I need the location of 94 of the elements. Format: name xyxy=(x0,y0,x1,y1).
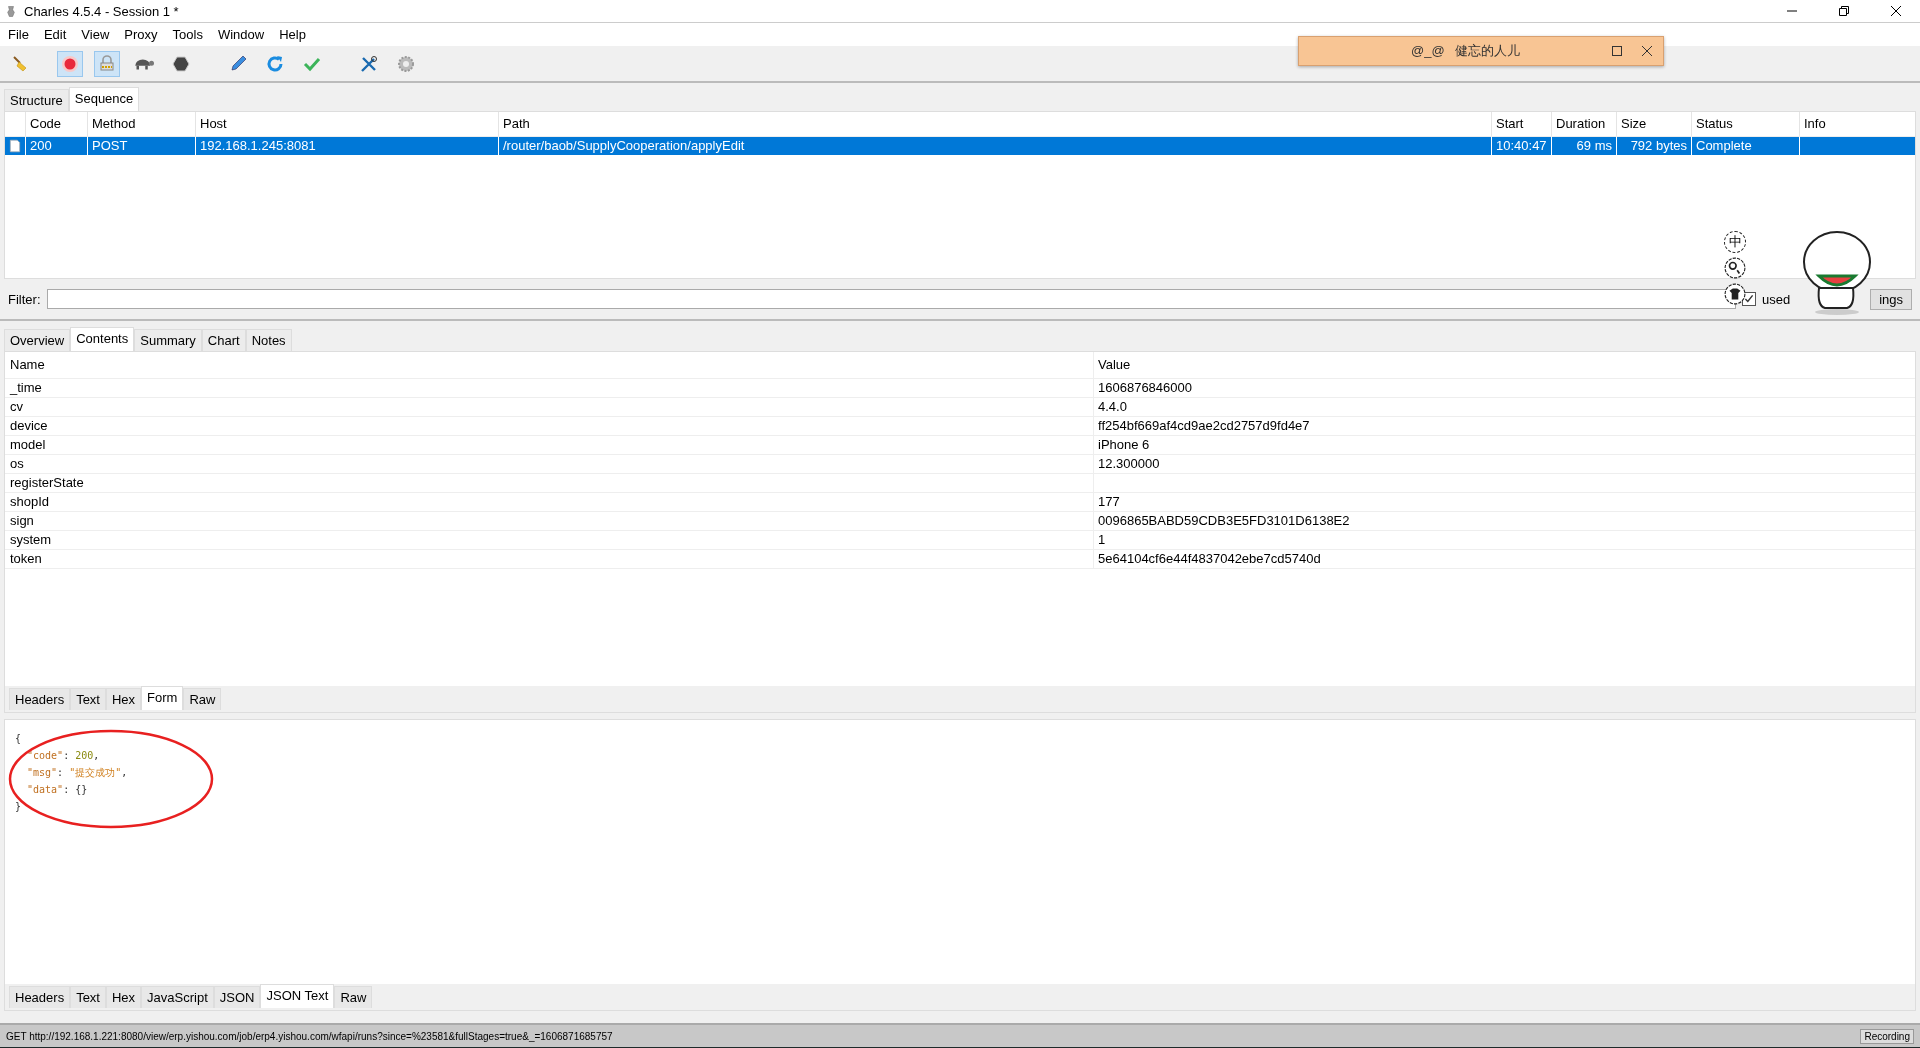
table-cell: 192.168.1.245:8081 xyxy=(195,137,498,155)
turtle-icon xyxy=(134,57,154,70)
table-cell: 10:40:47 xyxy=(1491,137,1551,155)
column-header[interactable]: Value xyxy=(1094,352,1131,378)
table-cell: 792 bytes xyxy=(1616,137,1691,155)
column-header[interactable]: Name xyxy=(5,352,1094,378)
code-line: } xyxy=(15,800,23,814)
checkbox-label: used xyxy=(1761,291,1791,307)
table-cell: 200 xyxy=(25,137,87,155)
code-line: "msg": "提交成功", xyxy=(26,766,129,780)
column-header[interactable]: Size xyxy=(1616,112,1691,136)
tools-icon xyxy=(359,53,379,74)
table-cell-text: 5e64104cf6e44f4837042ebe7cd5740d xyxy=(1097,550,1321,568)
code-line: "data": {} xyxy=(26,783,89,797)
pen-icon xyxy=(228,53,248,74)
column-header[interactable]: Status xyxy=(1691,112,1799,136)
table-cell: Complete xyxy=(1691,137,1799,155)
close-icon[interactable] xyxy=(1890,5,1902,17)
table-cell-text: 0096865BABD59CDB3E5FD3101D6138E2 xyxy=(1097,512,1350,530)
table-cell-text: 1606876846000 xyxy=(1097,379,1192,397)
table-cell: POST xyxy=(87,137,195,155)
table-cell: token xyxy=(5,550,1094,568)
gear-icon xyxy=(396,53,416,74)
detail-tab[interactable]: Contents xyxy=(70,327,135,351)
filter-label: Filter: xyxy=(8,291,41,307)
response-tab[interactable]: Raw xyxy=(334,986,373,1008)
response-tab[interactable]: Headers xyxy=(9,986,71,1008)
code-line: "code": 200, xyxy=(26,749,101,763)
column-header[interactable]: Info xyxy=(1799,112,1920,136)
filter-field[interactable] xyxy=(46,289,1736,309)
column-header[interactable]: Path xyxy=(498,112,1491,136)
column-header[interactable]: Method xyxy=(87,112,195,136)
code-line: { xyxy=(15,732,23,746)
maximize-icon[interactable] xyxy=(1611,45,1623,57)
table-cell-text: 12.300000 xyxy=(1097,455,1160,473)
shirt-icon[interactable] xyxy=(1724,283,1746,305)
column-header[interactable]: Host xyxy=(195,112,498,136)
table-cell: model xyxy=(5,436,1094,454)
table-cell-text: 177 xyxy=(1097,493,1120,511)
close-icon[interactable] xyxy=(1641,45,1653,57)
app-icon xyxy=(6,4,16,18)
table-cell: 69 ms xyxy=(1551,137,1616,155)
request-tab[interactable]: Hex xyxy=(106,688,142,710)
request-tab[interactable]: Headers xyxy=(9,688,71,710)
table-cell: registerState xyxy=(5,474,1094,492)
menu-item[interactable]: File xyxy=(8,27,29,42)
lock-icon xyxy=(97,53,117,74)
table-cell: cv xyxy=(5,398,1094,416)
window-title: Charles 4.5.4 - Session 1 * xyxy=(24,3,179,19)
response-tab[interactable]: JavaScript xyxy=(141,986,214,1008)
hexagon-icon xyxy=(171,53,191,74)
table-cell: device xyxy=(5,417,1094,435)
table-cell-text: iPhone 6 xyxy=(1097,436,1150,454)
view-tab[interactable]: Structure xyxy=(4,89,69,111)
detail-tab[interactable]: Summary xyxy=(134,329,202,351)
record-icon xyxy=(60,53,80,74)
notification-text: @_@ 健忘的人儿 xyxy=(1411,42,1521,60)
refresh-icon xyxy=(265,53,285,74)
response-tab[interactable]: JSON Text xyxy=(260,984,335,1008)
table-cell: shopId xyxy=(5,493,1094,511)
menu-item[interactable]: Window xyxy=(217,27,265,42)
column-header[interactable]: Duration xyxy=(1551,112,1616,136)
request-tab[interactable]: Raw xyxy=(183,688,222,710)
record-button[interactable] xyxy=(57,50,83,77)
request-tab[interactable]: Form xyxy=(141,686,184,710)
table-cell-text: 4.4.0 xyxy=(1097,398,1127,416)
column-header[interactable]: Code xyxy=(25,112,87,136)
table-cell: system xyxy=(5,531,1094,549)
menu-item[interactable]: Help xyxy=(279,27,306,42)
menu-item[interactable]: Edit xyxy=(43,27,67,42)
table-cell: /router/baob/SupplyCooperation/applyEdit xyxy=(498,137,1491,155)
table-cell: os xyxy=(5,455,1094,473)
document-icon xyxy=(9,139,21,153)
request-tab[interactable]: Text xyxy=(70,688,106,710)
detail-tab[interactable]: Notes xyxy=(245,329,292,351)
table-cell: sign xyxy=(5,512,1094,530)
response-tab[interactable]: Text xyxy=(70,986,106,1008)
detail-tab[interactable]: Overview xyxy=(4,329,71,351)
menu-item[interactable]: Proxy xyxy=(124,27,158,42)
column-header[interactable]: Start xyxy=(1491,112,1551,136)
restore-icon[interactable] xyxy=(1838,5,1850,17)
table-cell-text: 1 xyxy=(1097,531,1106,549)
table-cell: _time xyxy=(5,379,1094,397)
table-cell-text: ff254bf669af4cd9ae2cd2757d9fd4e7 xyxy=(1097,417,1310,435)
detail-tab[interactable]: Chart xyxy=(201,329,246,351)
response-tab[interactable]: JSON xyxy=(213,986,261,1008)
menu-item[interactable]: Tools xyxy=(172,27,203,42)
settings-button[interactable]: ings xyxy=(1870,288,1912,310)
status-text: GET http://192.168.1.221:8080/view/erp.yishou.com/job/erp4.yishou.com/wfapi/runs?since=%23581&fullStages=true&_=1606871685757 xyxy=(6,1030,613,1042)
view-tab[interactable]: Sequence xyxy=(68,87,140,111)
recording-indicator: Recording xyxy=(1860,1028,1914,1044)
menu-item[interactable]: View xyxy=(81,27,110,42)
request-row[interactable]: 200 POST 192.168.1.245:8081 /router/baob/SupplyCooperation/applyEdit 10:40:47 69 ms 792 bytes Complete xyxy=(5,137,1915,155)
response-tab[interactable]: Hex xyxy=(106,986,142,1008)
